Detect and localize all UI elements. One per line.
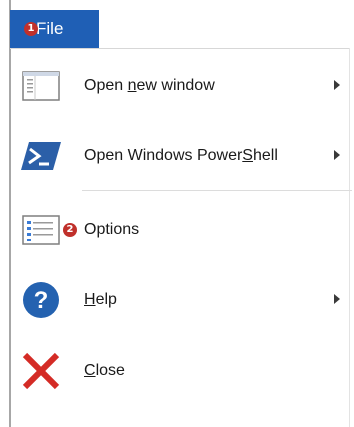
close-icon — [21, 351, 61, 391]
file-menu-label: File — [36, 19, 64, 38]
powershell-icon — [21, 136, 61, 176]
options-icon — [21, 210, 61, 250]
menu-item-label: Help — [84, 291, 117, 308]
menu-separator — [82, 190, 352, 191]
menu-item-open-powershell[interactable]: Open Windows Power Shell — [11, 128, 349, 184]
svg-text:?: ? — [34, 287, 49, 314]
window-icon — [21, 66, 61, 106]
menu-item-options[interactable]: Options — [11, 202, 349, 258]
submenu-arrow-icon — [334, 80, 340, 90]
submenu-arrow-icon — [334, 294, 340, 304]
submenu-arrow-icon — [334, 150, 340, 160]
menu-item-label: Open Windows Power Shell — [84, 147, 278, 164]
menu-item-help[interactable]: ? Help — [11, 272, 349, 328]
menu-item-close[interactable]: Close — [11, 343, 349, 399]
menu-item-label: Options — [84, 221, 140, 238]
menu-item-open-new-window[interactable]: Open n ew window — [11, 58, 349, 114]
menu-item-label: Open n ew window — [84, 77, 215, 94]
options-step-badge: 2 — [63, 223, 77, 237]
menu-panel-border — [349, 48, 350, 427]
menubar: File 1 — [10, 10, 350, 49]
menu-item-label: Close — [84, 362, 125, 379]
help-icon: ? — [21, 280, 61, 320]
file-step-badge: 1 — [24, 22, 38, 36]
